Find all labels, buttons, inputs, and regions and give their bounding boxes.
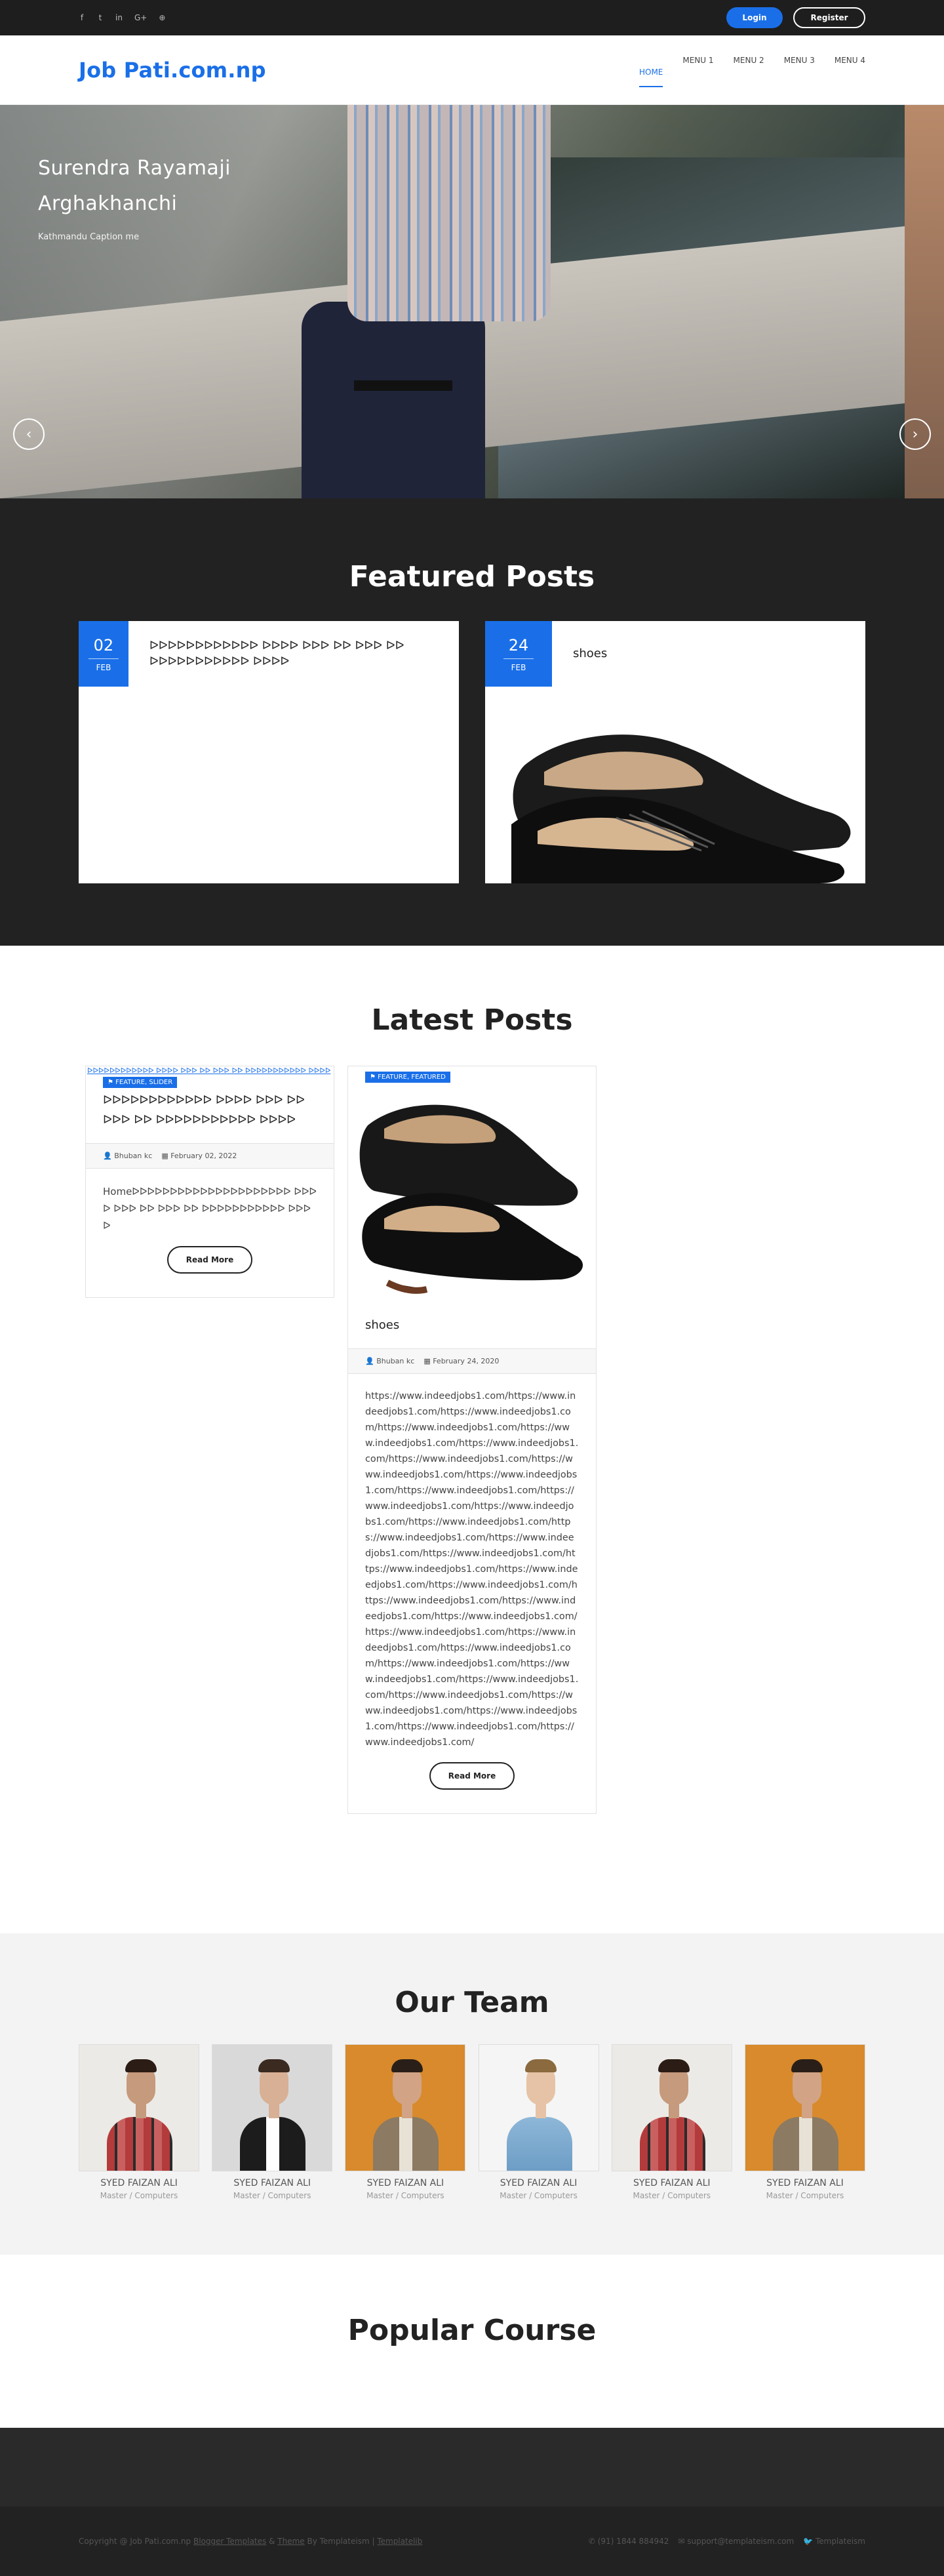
team-member-photo xyxy=(345,2044,466,2171)
team-member-photo xyxy=(611,2044,732,2171)
read-more-button[interactable]: Read More xyxy=(429,1762,515,1790)
team-member-photo xyxy=(478,2044,599,2171)
facebook-icon[interactable]: f xyxy=(79,13,85,22)
team-member-name: SYED FAIZAN ALI xyxy=(766,2178,844,2188)
date-badge: 24 FEB xyxy=(485,621,552,687)
copyright: Copyright @ Job Pati.com.np Blogger Temp… xyxy=(79,2537,423,2546)
latest-title: Latest Posts xyxy=(371,1003,573,1037)
team-member-name: SYED FAIZAN ALI xyxy=(500,2178,578,2188)
featured-card[interactable]: 02 FEB ᐅᐅᐅᐅᐅᐅᐅᐅᐅᐅᐅᐅ ᐅᐅᐅᐅ ᐅᐅᐅ ᐅᐅ ᐅᐅᐅ ᐅᐅ ᐅ… xyxy=(79,621,459,883)
hero-caption: Surendra Rayamaji Arghakhanchi Kathmandu … xyxy=(38,151,231,242)
author[interactable]: 👤 Bhuban kc xyxy=(103,1152,152,1160)
twitter-link[interactable]: 🐦 Templateism xyxy=(803,2537,865,2546)
footer-contacts: ✆ (91) 1844 884942 ✉ support@templateism… xyxy=(589,2537,865,2546)
site-footer: Copyright @ Job Pati.com.np Blogger Temp… xyxy=(0,2506,944,2576)
team-member-photo xyxy=(79,2044,199,2171)
email[interactable]: ✉ support@templateism.com xyxy=(678,2537,794,2546)
popular-title: Popular Course xyxy=(347,2314,597,2347)
prev-slide-button[interactable]: ‹ xyxy=(13,418,45,450)
post-excerpt: https://www.indeedjobs1.com/https://www.… xyxy=(365,1391,579,1748)
latest-posts-grid: ᐅᐅᐅᐅᐅᐅᐅᐅᐅᐅᐅᐅ ᐅᐅᐅᐅ ᐅᐅᐅ ᐅᐅ ᐅᐅᐅ ᐅᐅ ᐅᐅᐅᐅᐅᐅᐅᐅ… xyxy=(85,1066,865,1814)
shoes-image[interactable] xyxy=(348,1066,596,1302)
team-member[interactable]: SYED FAIZAN ALI Master / Computers xyxy=(212,2044,333,2200)
twitter-icon[interactable]: t xyxy=(97,13,104,22)
post-tags[interactable]: ⚑ FEATURE, SLIDER xyxy=(103,1077,178,1088)
post-card: ⚑ FEATURE, FEATURED shoes 👤 Bhuban kc ▦ … xyxy=(347,1066,597,1814)
nav-menu-1[interactable]: MENU 1 xyxy=(682,53,713,87)
team-title: Our Team xyxy=(395,1986,549,2019)
post-excerpt: Homeᐅᐅᐅᐅᐅᐅᐅᐅᐅᐅᐅᐅᐅᐅᐅᐅᐅᐅᐅᐅᐅ ᐅᐅᐅᐅ ᐅᐅᐅ ᐅᐅ ᐅᐅ… xyxy=(103,1186,317,1232)
post-meta: 👤 Bhuban kc ▦ February 24, 2020 xyxy=(348,1348,596,1374)
team-member-photo xyxy=(212,2044,333,2171)
featured-post-title[interactable]: ᐅᐅᐅᐅᐅᐅᐅᐅᐅᐅᐅᐅ ᐅᐅᐅᐅ ᐅᐅᐅ ᐅᐅ ᐅᐅᐅ ᐅᐅ ᐅᐅᐅᐅᐅᐅᐅᐅ… xyxy=(128,638,459,670)
featured-title: Featured Posts xyxy=(349,560,595,594)
hero-person-belt xyxy=(354,380,452,391)
team-member-role: Master / Computers xyxy=(500,2191,578,2200)
site-header: Job Pati.com.np HOME MENU 1 MENU 2 MENU … xyxy=(0,35,944,105)
featured-section: Featured Posts 02 FEB ᐅᐅᐅᐅᐅᐅᐅᐅᐅᐅᐅᐅ ᐅᐅᐅᐅ … xyxy=(0,498,944,946)
hero-person-shirt xyxy=(347,105,551,321)
nav-menu-4[interactable]: MENU 4 xyxy=(835,53,865,87)
post-title[interactable]: shoes xyxy=(348,1302,596,1348)
top-bar: f t in G+ ⊕ Login Register xyxy=(0,0,944,35)
site-logo[interactable]: Job Pati.com.np xyxy=(79,58,266,83)
broken-post-image[interactable]: ᐅᐅᐅᐅᐅᐅᐅᐅᐅᐅᐅᐅ ᐅᐅᐅᐅ ᐅᐅᐅ ᐅᐅ ᐅᐅᐅ ᐅᐅ ᐅᐅᐅᐅᐅᐅᐅᐅ… xyxy=(86,1066,334,1075)
team-member-role: Master / Computers xyxy=(100,2191,178,2200)
team-member-name: SYED FAIZAN ALI xyxy=(366,2178,444,2188)
team-member-role: Master / Computers xyxy=(633,2191,711,2200)
team-member-name: SYED FAIZAN ALI xyxy=(633,2178,711,2188)
popular-section: Popular Course xyxy=(0,2255,944,2428)
auth-buttons: Login Register xyxy=(726,7,865,28)
hero-person-pants xyxy=(302,302,485,498)
post-tags[interactable]: ⚑ FEATURE, FEATURED xyxy=(365,1072,450,1083)
latest-section: Latest Posts ᐅᐅᐅᐅᐅᐅᐅᐅᐅᐅᐅᐅ ᐅᐅᐅᐅ ᐅᐅᐅ ᐅᐅ ᐅᐅ… xyxy=(0,946,944,1933)
register-button[interactable]: Register xyxy=(793,7,865,28)
google-plus-icon[interactable]: G+ xyxy=(134,13,147,22)
team-member-role: Master / Computers xyxy=(766,2191,844,2200)
next-slide-button[interactable]: › xyxy=(899,418,931,450)
read-more-button[interactable]: Read More xyxy=(167,1246,252,1274)
pinterest-icon[interactable]: ⊕ xyxy=(159,13,165,22)
featured-post-title[interactable]: shoes xyxy=(552,646,620,662)
team-member[interactable]: SYED FAIZAN ALI Master / Computers xyxy=(345,2044,466,2200)
featured-card[interactable]: 24 FEB shoes xyxy=(485,621,865,883)
team-section: Our Team SYED FAIZAN ALI Master / Compute… xyxy=(0,1933,944,2255)
hero-slider: Surendra Rayamaji Arghakhanchi Kathmandu … xyxy=(0,105,944,498)
team-member-photo xyxy=(744,2044,865,2171)
post-meta: 👤 Bhuban kc ▦ February 02, 2022 xyxy=(86,1143,334,1169)
templatelib-link[interactable]: Templatelib xyxy=(377,2537,422,2546)
team-member-name: SYED FAIZAN ALI xyxy=(100,2178,178,2188)
team-member-role: Master / Computers xyxy=(233,2191,311,2200)
team-members: SYED FAIZAN ALI Master / Computers SYED FA… xyxy=(79,2044,865,2200)
team-member[interactable]: SYED FAIZAN ALI Master / Computers xyxy=(478,2044,599,2200)
team-member-role: Master / Computers xyxy=(366,2191,444,2200)
author[interactable]: 👤 Bhuban kc xyxy=(365,1357,414,1365)
post-date: ▦ February 24, 2020 xyxy=(423,1357,500,1365)
hero-subtitle: Kathmandu Caption me xyxy=(38,232,140,242)
nav-home[interactable]: HOME xyxy=(639,65,663,87)
blogger-templates-link[interactable]: Blogger Templates xyxy=(193,2537,266,2546)
post-date: ▦ February 02, 2022 xyxy=(161,1152,237,1160)
login-button[interactable]: Login xyxy=(726,7,783,28)
date-badge: 02 FEB xyxy=(79,621,128,687)
team-member-name: SYED FAIZAN ALI xyxy=(233,2178,311,2188)
phone: ✆ (91) 1844 884942 xyxy=(588,2537,669,2546)
social-links: f t in G+ ⊕ xyxy=(79,13,166,22)
linkedin-icon[interactable]: in xyxy=(115,13,123,22)
nav-menu-3[interactable]: MENU 3 xyxy=(784,53,815,87)
theme-link[interactable]: Theme xyxy=(277,2537,304,2546)
featured-cards: 02 FEB ᐅᐅᐅᐅᐅᐅᐅᐅᐅᐅᐅᐅ ᐅᐅᐅᐅ ᐅᐅᐅ ᐅᐅ ᐅᐅᐅ ᐅᐅ ᐅ… xyxy=(79,621,865,883)
post-card: ᐅᐅᐅᐅᐅᐅᐅᐅᐅᐅᐅᐅ ᐅᐅᐅᐅ ᐅᐅᐅ ᐅᐅ ᐅᐅᐅ ᐅᐅ ᐅᐅᐅᐅᐅᐅᐅᐅ… xyxy=(85,1066,334,1298)
hero-title: Surendra Rayamaji Arghakhanchi xyxy=(38,157,231,215)
shoes-image[interactable] xyxy=(485,687,865,883)
main-nav: HOME MENU 1 MENU 2 MENU 3 MENU 4 xyxy=(639,53,865,87)
footer-widgets xyxy=(0,2428,944,2506)
team-member[interactable]: SYED FAIZAN ALI Master / Computers xyxy=(79,2044,199,2200)
nav-menu-2[interactable]: MENU 2 xyxy=(734,53,764,87)
team-member[interactable]: SYED FAIZAN ALI Master / Computers xyxy=(744,2044,865,2200)
team-member[interactable]: SYED FAIZAN ALI Master / Computers xyxy=(611,2044,732,2200)
